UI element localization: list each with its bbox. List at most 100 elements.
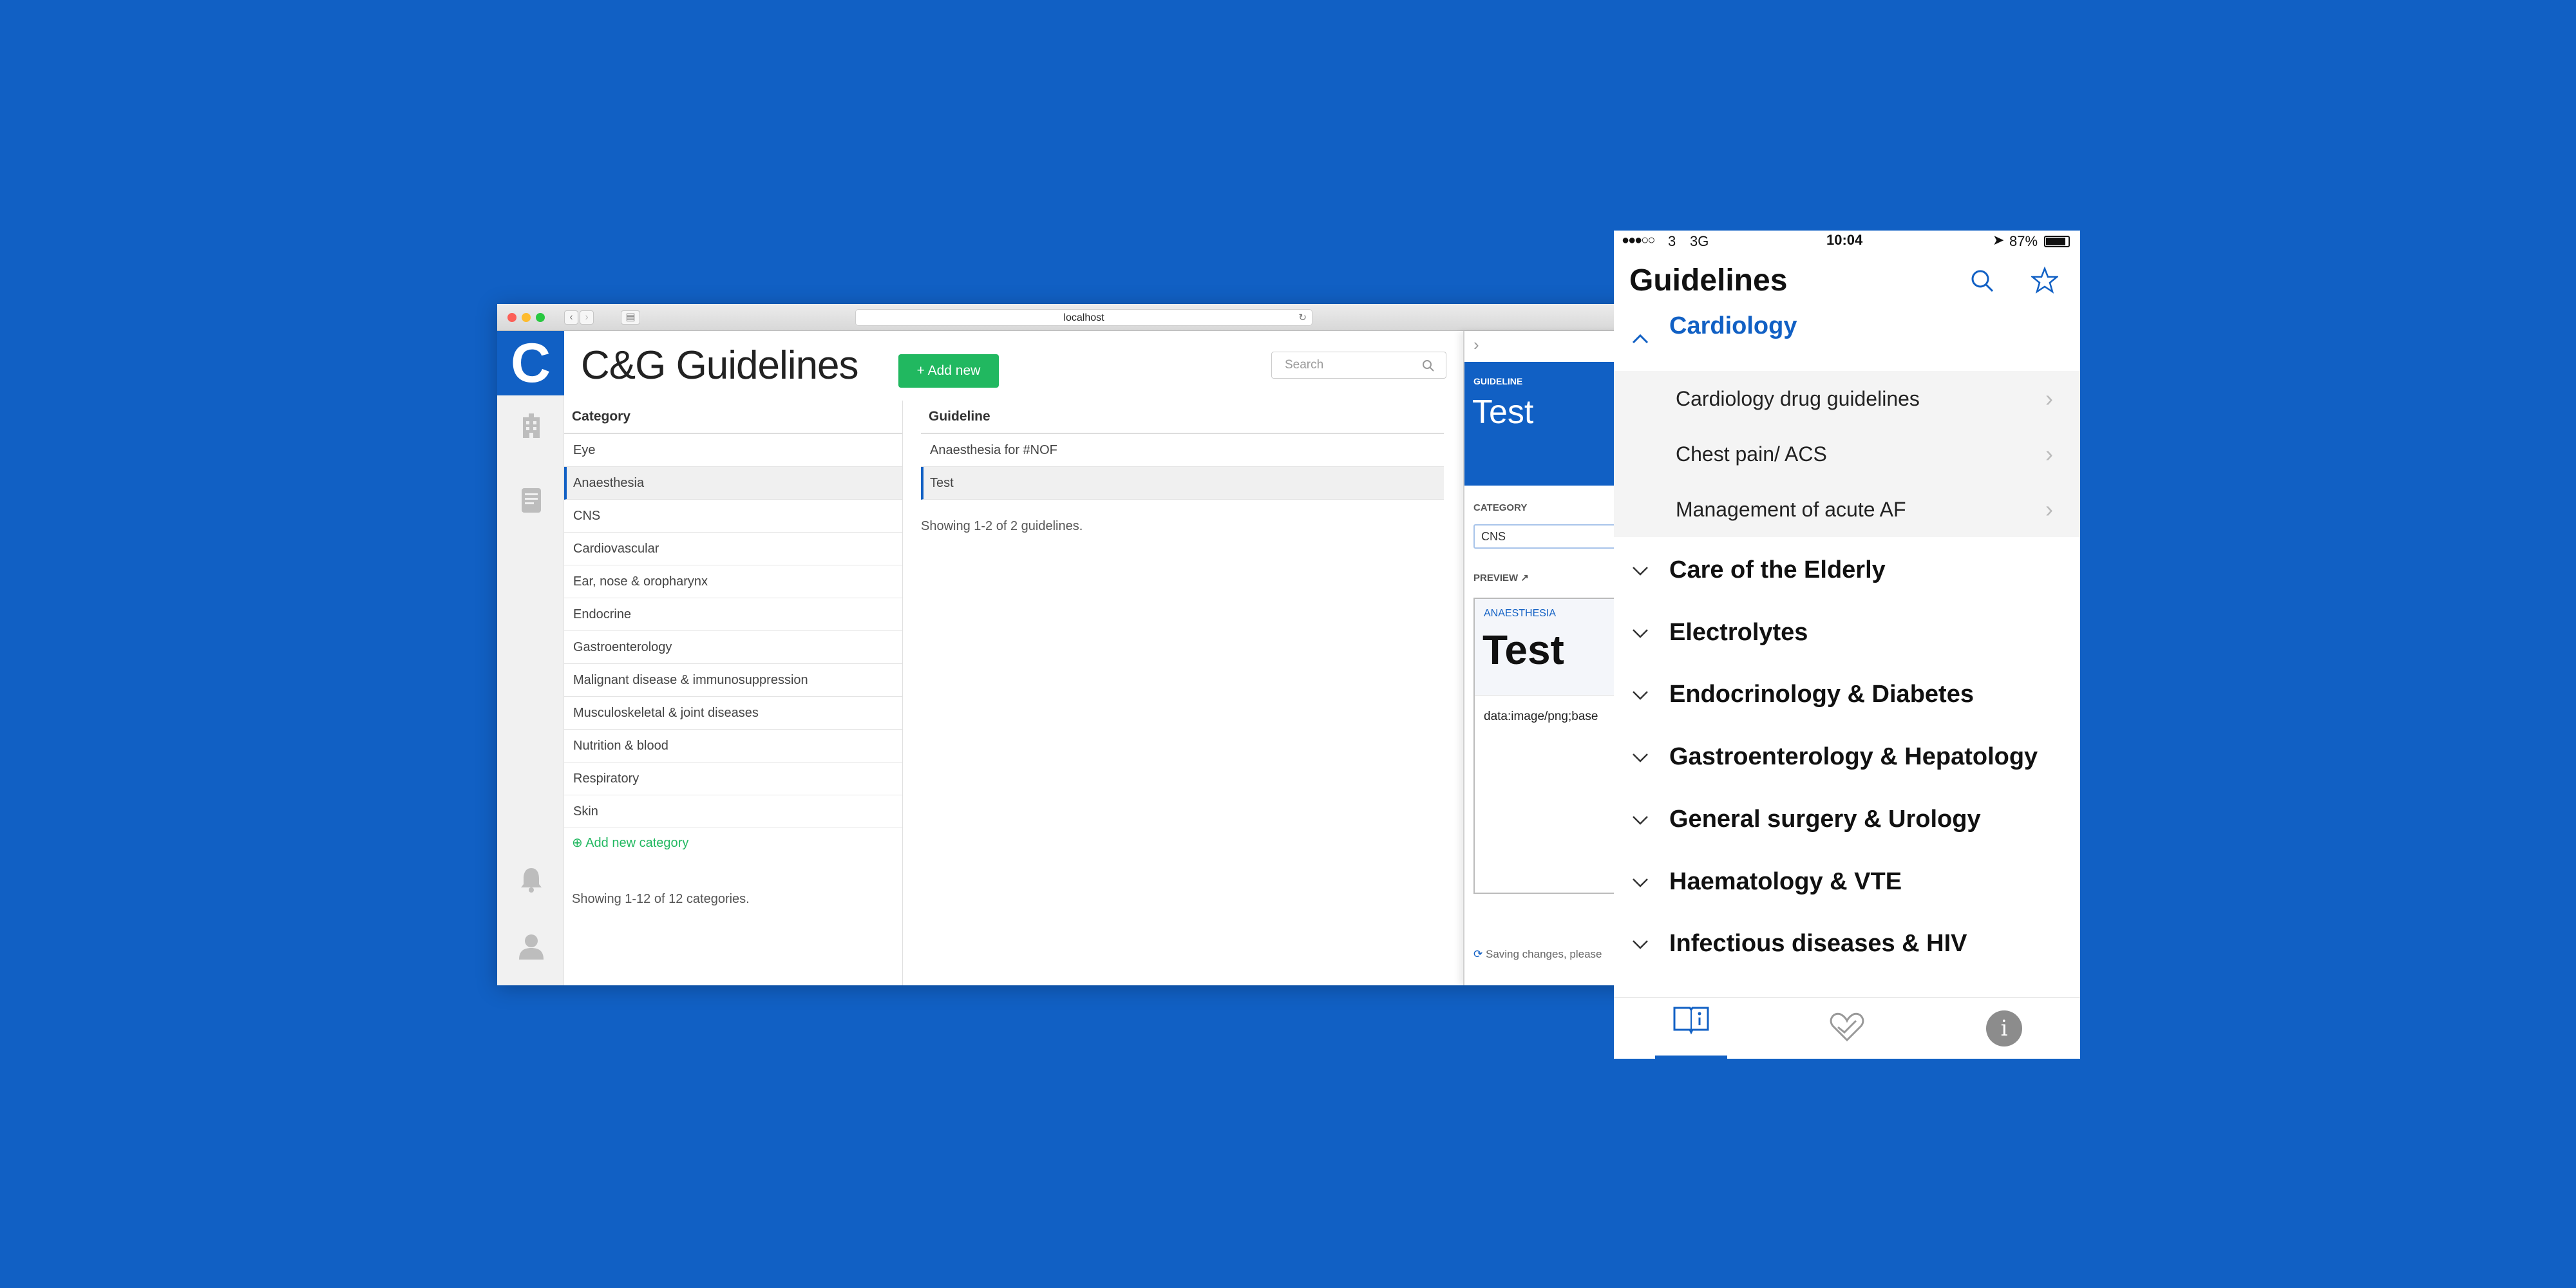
category-row[interactable]: Cardiovascular: [564, 533, 902, 565]
preview-title: Test: [1482, 627, 1564, 673]
chevron-down-icon: [1633, 629, 1648, 638]
browser-toolbar: ‹ › ▤ localhost ↻: [497, 304, 1668, 331]
category-row[interactable]: Skin: [564, 795, 902, 828]
back-button[interactable]: ‹: [564, 310, 578, 325]
preview-body: data:image/png;base: [1484, 710, 1598, 723]
group-label: Care of the Elderly: [1669, 556, 1886, 583]
spinner-icon: ⟳: [1473, 948, 1483, 960]
group-row[interactable]: Gastroenterology & Hepatology: [1614, 726, 2080, 788]
guideline-row[interactable]: Test: [921, 467, 1444, 500]
category-row[interactable]: Ear, nose & oropharynx: [564, 565, 902, 598]
tab-guidelines[interactable]: [1655, 998, 1727, 1059]
active-tab-indicator: [1655, 1056, 1727, 1059]
panel-preview-label: PREVIEW ↗: [1473, 573, 1529, 583]
hospital-icon[interactable]: [518, 412, 545, 439]
carrier-text: 3: [1668, 233, 1676, 249]
external-link-icon[interactable]: ↗: [1520, 573, 1529, 583]
group-label: Gastroenterology & Hepatology: [1669, 743, 2038, 771]
add-category-link[interactable]: ⊕ Add new category: [564, 828, 902, 857]
group-label: Cardiology: [1669, 312, 1797, 339]
page-title: C&G Guidelines: [581, 343, 859, 388]
guideline-list: Anaesthesia for #NOF Test: [921, 434, 1444, 500]
group-label: Haematology & VTE: [1669, 867, 1902, 895]
chevron-down-icon: [1633, 567, 1648, 576]
category-row[interactable]: Eye: [564, 434, 902, 467]
collapse-panel-icon[interactable]: ›: [1473, 335, 1479, 355]
network-text: 3G: [1690, 233, 1709, 249]
subitem-row[interactable]: Management of acute AF ›: [1614, 482, 2080, 537]
subitem-row[interactable]: Cardiology drug guidelines ›: [1614, 371, 2080, 426]
group-cardiology[interactable]: Cardiology: [1614, 312, 2080, 375]
search-input[interactable]: Search: [1271, 352, 1446, 379]
minimize-window-button[interactable]: [522, 313, 531, 322]
preview-category: ANAESTHESIA: [1484, 608, 1557, 619]
group-row[interactable]: Haematology & VTE: [1614, 851, 2080, 913]
guidelines-footer: Showing 1-2 of 2 guidelines.: [921, 519, 1083, 533]
chevron-down-icon: [1633, 753, 1648, 762]
search-icon[interactable]: [1969, 268, 1995, 294]
category-row[interactable]: Respiratory: [564, 762, 902, 795]
phone-title: Guidelines: [1629, 263, 1788, 298]
chevron-right-icon: ›: [2045, 496, 2053, 522]
group-row[interactable]: General surgery & Urology: [1614, 788, 2080, 850]
status-bar: ●●●○○ 3 3G 10:04 ➤ 87%: [1614, 231, 2080, 254]
subitem-label: Chest pain/ ACS: [1676, 442, 1827, 466]
chevron-down-icon: [1633, 691, 1648, 701]
user-profile-icon[interactable]: [518, 933, 545, 960]
chevron-up-icon: [1632, 334, 1649, 344]
signal-icon: ●●●○○: [1622, 233, 1655, 247]
clock-text: 10:04: [1826, 232, 1863, 248]
chevron-right-icon: ›: [2045, 440, 2053, 467]
add-category-label: Add new category: [585, 836, 689, 850]
book-icon[interactable]: [518, 487, 545, 514]
subitem-label: Cardiology drug guidelines: [1676, 387, 1920, 410]
address-bar[interactable]: localhost ↻: [855, 309, 1312, 326]
panel-category-label: CATEGORY: [1473, 502, 1528, 513]
group-label: Endocrinology & Diabetes: [1669, 681, 1974, 708]
star-icon[interactable]: [2031, 267, 2058, 294]
group-label: Electrolytes: [1669, 618, 1808, 646]
subitem-row[interactable]: Chest pain/ ACS ›: [1614, 426, 2080, 482]
guideline-row[interactable]: Anaesthesia for #NOF: [921, 434, 1444, 467]
saving-status: ⟳ Saving changes, please: [1473, 948, 1602, 960]
group-row[interactable]: Care of the Elderly: [1614, 539, 2080, 601]
categories-footer: Showing 1-12 of 12 categories.: [572, 892, 750, 906]
close-window-button[interactable]: [507, 313, 516, 322]
panel-section-label: GUIDELINE: [1473, 376, 1523, 386]
app-logo: C: [497, 331, 564, 395]
category-column-header: Category: [564, 401, 902, 434]
category-row[interactable]: Anaesthesia: [564, 467, 902, 500]
phone-app: ●●●○○ 3 3G 10:04 ➤ 87% Guidelines Cardio…: [1614, 231, 2080, 1059]
guidelines-tab-icon: [1673, 1007, 1709, 1035]
chevron-down-icon: [1633, 878, 1648, 887]
chevron-right-icon: ›: [2045, 385, 2053, 412]
search-icon[interactable]: [1422, 359, 1435, 372]
add-new-button[interactable]: + Add new: [898, 354, 999, 388]
battery-icon: [2044, 236, 2070, 247]
guideline-column-header: Guideline: [921, 401, 1444, 434]
category-column: Category Eye Anaesthesia CNS Cardiovascular…: [564, 401, 903, 985]
category-row[interactable]: Endocrine: [564, 598, 902, 631]
plus-circle-icon: ⊕: [572, 836, 583, 850]
category-list: Eye Anaesthesia CNS Cardiovascular Ear, nose…: [564, 434, 902, 828]
category-row[interactable]: CNS: [564, 500, 902, 533]
category-row[interactable]: Gastroenterology: [564, 631, 902, 664]
forward-button[interactable]: ›: [580, 310, 594, 325]
group-label: Infectious diseases & HIV: [1669, 930, 1967, 958]
sidebar-toggle-icon[interactable]: ▤: [621, 310, 640, 325]
tab-bar: i: [1614, 997, 2080, 1059]
reload-icon[interactable]: ↻: [1298, 310, 1307, 327]
group-row[interactable]: Infectious diseases & HIV: [1614, 913, 2080, 974]
group-row[interactable]: Electrolytes: [1614, 601, 2080, 663]
maximize-window-button[interactable]: [536, 313, 545, 322]
info-tab-icon[interactable]: i: [1986, 1010, 2022, 1046]
group-row[interactable]: Endocrinology & Diabetes: [1614, 663, 2080, 725]
battery-percent: 87%: [2009, 233, 2038, 249]
category-row[interactable]: Malignant disease & immunosuppression: [564, 664, 902, 697]
favourites-tab-icon[interactable]: [1829, 1012, 1865, 1044]
notifications-bell-icon[interactable]: [518, 866, 545, 893]
category-row[interactable]: Nutrition & blood: [564, 730, 902, 762]
url-text: localhost: [1063, 312, 1104, 323]
location-icon: ➤: [1993, 232, 2005, 248]
category-row[interactable]: Musculoskeletal & joint diseases: [564, 697, 902, 730]
